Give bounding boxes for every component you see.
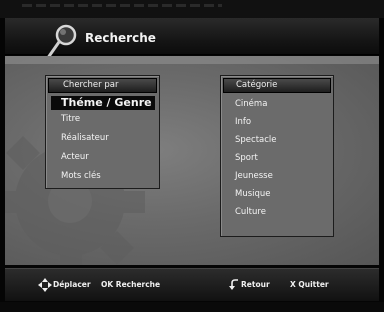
search-by-item-acteur[interactable]: Acteur [46, 148, 159, 167]
search-by-item-theme-genre[interactable]: Théme / Genre [51, 96, 155, 110]
category-item-jeunesse[interactable]: Jeunesse [221, 167, 333, 185]
category-panel: Catégorie Cinéma Info Spectacle Sport Je… [220, 75, 334, 237]
decorative-dots [22, 4, 222, 7]
back-hint: Retour [241, 280, 270, 289]
search-by-panel: Chercher par Théme / Genre Titre Réalisa… [45, 75, 160, 189]
top-strip [0, 0, 384, 18]
category-item-musique[interactable]: Musique [221, 185, 333, 203]
move-hint: Déplacer [53, 280, 91, 289]
category-item-sport[interactable]: Sport [221, 149, 333, 167]
search-by-header: Chercher par [48, 78, 157, 93]
page-title: Recherche [85, 31, 156, 45]
bottom-strip [0, 302, 384, 312]
return-arrow-icon [229, 279, 238, 290]
category-item-culture[interactable]: Culture [221, 203, 333, 221]
decorative-band [5, 56, 379, 64]
header-bar: Recherche [5, 18, 379, 64]
search-by-item-titre[interactable]: Titre [46, 110, 159, 129]
search-by-list: Théme / Genre Titre Réalisateur Acteur M… [46, 96, 159, 186]
ok-search-hint: OK Recherche [101, 280, 161, 289]
category-item-info[interactable]: Info [221, 113, 333, 131]
quit-hint: X Quitter [290, 280, 329, 289]
directional-pad-icon [38, 278, 52, 292]
category-item-cinema[interactable]: Cinéma [221, 95, 333, 113]
search-by-item-mots-cles[interactable]: Mots clés [46, 167, 159, 186]
search-by-item-realisateur[interactable]: Réalisateur [46, 129, 159, 148]
category-list: Cinéma Info Spectacle Sport Jeunesse Mus… [221, 93, 333, 221]
category-header: Catégorie [223, 78, 331, 93]
category-item-spectacle[interactable]: Spectacle [221, 131, 333, 149]
footer-bar: Déplacer OK Recherche Retour X Quitter [5, 268, 379, 301]
